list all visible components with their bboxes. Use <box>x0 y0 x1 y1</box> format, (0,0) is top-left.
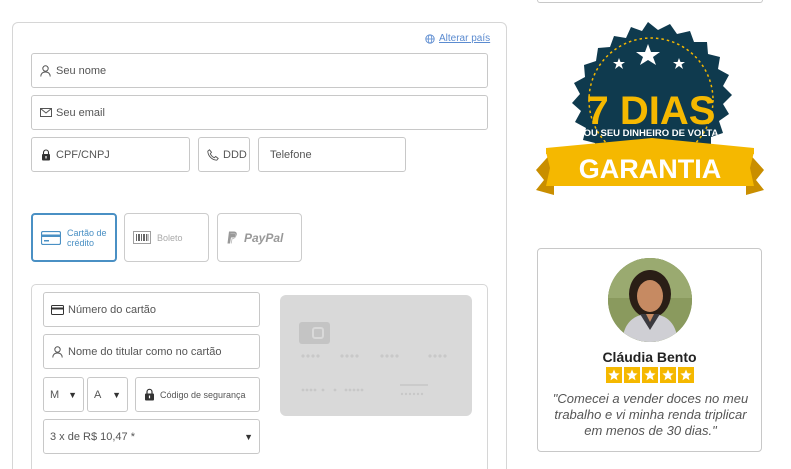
ddd-field[interactable] <box>198 137 250 172</box>
caret-down-icon: ▼ <box>112 389 121 400</box>
barcode-icon <box>133 231 151 244</box>
expiry-year-value: A <box>94 388 102 401</box>
payment-credit-card-label: Cartão de crédito <box>67 227 107 248</box>
avatar <box>608 258 692 342</box>
installments-value: 3 x de R$ 10,47 * <box>50 430 136 443</box>
guarantee-badge: 7 DIAS OU SEU DINHEIRO DE VOLTA GARANTIA… <box>530 20 770 230</box>
payment-boleto-label: Boleto <box>157 232 183 243</box>
cvv-field[interactable] <box>135 377 260 412</box>
name-field[interactable] <box>31 53 488 88</box>
testimonial-card: Cláudia Bento "Comecei a vender doces no… <box>537 248 762 452</box>
payment-credit-card-option[interactable]: Cartão de crédito <box>31 213 117 262</box>
caret-down-icon: ▼ <box>68 389 77 400</box>
badge-days-text: 7 DIAS <box>587 89 716 133</box>
star-icon <box>677 367 694 383</box>
cpf-field[interactable] <box>31 137 190 172</box>
previous-panel-edge <box>537 0 763 3</box>
credit-card-preview <box>280 295 472 416</box>
checkout-page: Alterar país Cartão de cré <box>0 0 791 469</box>
user-icon <box>51 345 64 358</box>
user-icon <box>39 64 52 77</box>
ddd-input[interactable] <box>223 148 249 161</box>
caret-down-icon: ▼ <box>244 431 253 442</box>
lock-icon <box>39 148 52 161</box>
payment-paypal-option[interactable]: PayPal <box>217 213 302 262</box>
paypal-icon <box>227 231 238 244</box>
rating-stars <box>538 367 761 383</box>
expiry-year-select[interactable]: A ▼ <box>87 377 128 412</box>
card-number-field[interactable] <box>43 292 260 327</box>
credit-card-preview-graphic <box>299 322 447 396</box>
testimonial-name: Cláudia Bento <box>602 349 697 365</box>
phone-icon <box>206 148 219 161</box>
globe-icon <box>423 32 436 45</box>
phone-input[interactable] <box>270 148 405 161</box>
envelope-icon <box>39 106 52 119</box>
avatar-photo <box>608 258 692 342</box>
change-country-label: Alterar país <box>439 33 491 44</box>
email-field[interactable] <box>31 95 488 130</box>
star-icon <box>659 367 676 383</box>
badge-percent-text: 100% <box>634 190 669 206</box>
credit-card-small-icon <box>51 303 64 316</box>
cpf-input[interactable] <box>56 148 189 161</box>
credit-card-icon <box>41 230 61 245</box>
badge-subtitle-text: OU SEU DINHEIRO DE VOLTA <box>584 128 719 139</box>
name-input[interactable] <box>56 64 487 77</box>
cvv-input[interactable] <box>160 389 259 400</box>
card-holder-field[interactable] <box>43 334 260 369</box>
badge-ribbon-text: GARANTIA <box>579 154 722 184</box>
lock-icon <box>143 388 156 401</box>
expiry-month-value: M <box>50 388 60 401</box>
payment-boleto-option[interactable]: Boleto <box>124 213 209 262</box>
star-icon <box>641 367 658 383</box>
email-input[interactable] <box>56 106 487 119</box>
expiry-month-select[interactable]: M ▼ <box>43 377 84 412</box>
guarantee-badge-graphic: 7 DIAS OU SEU DINHEIRO DE VOLTA GARANTIA… <box>536 22 764 206</box>
card-holder-input[interactable] <box>68 345 259 358</box>
star-icon <box>623 367 640 383</box>
change-country-link[interactable]: Alterar país <box>423 32 490 45</box>
installments-select[interactable]: 3 x de R$ 10,47 * ▼ <box>43 419 260 454</box>
phone-field[interactable] <box>258 137 406 172</box>
payment-paypal-label: PayPal <box>244 230 284 245</box>
testimonial-quote: "Comecei a vender doces no meu trabalho … <box>552 391 749 438</box>
star-icon <box>605 367 622 383</box>
card-number-input[interactable] <box>68 303 259 316</box>
